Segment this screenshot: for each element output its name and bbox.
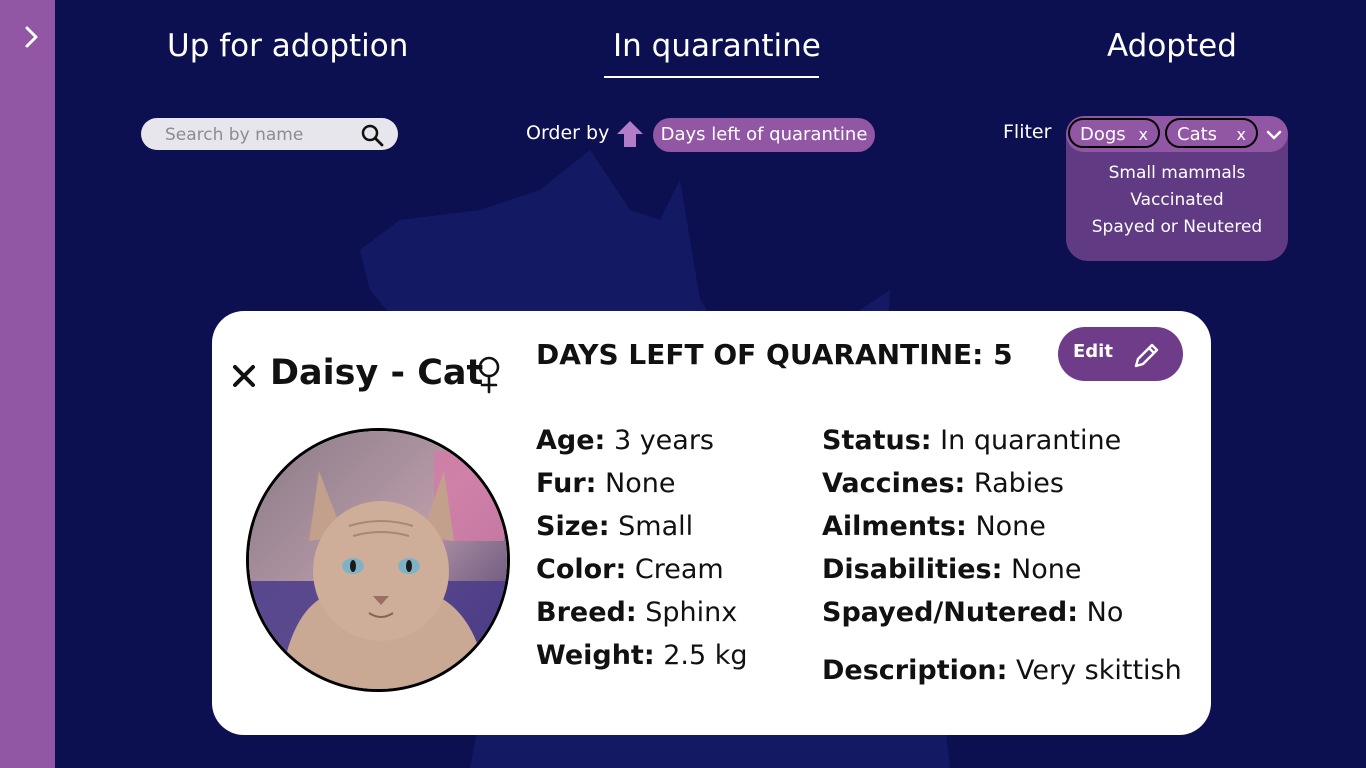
field-label: Disabilities: [822,554,1003,585]
pet-photo [246,428,510,692]
field-label: Weight: [536,640,655,671]
field-color: Color: Cream [536,554,724,585]
days-left-heading: DAYS LEFT OF QUARANTINE: 5 [536,338,1013,371]
filter-chip-label: Cats [1177,124,1218,145]
cat-image [249,431,507,689]
field-label: Status: [822,425,932,456]
tab-in-quarantine[interactable]: In quarantine [613,28,821,64]
field-vaccines: Vaccines: Rabies [822,468,1064,499]
close-icon[interactable] [232,364,256,388]
field-value: Cream [634,554,724,585]
filter-option-vaccinated[interactable]: Vaccinated [1066,190,1288,210]
field-breed: Breed: Sphinx [536,597,737,628]
field-value: None [975,511,1046,542]
remove-chip-button[interactable]: x [1139,120,1148,150]
sidebar [0,0,55,768]
field-value: Small [618,511,694,542]
field-value: No [1086,597,1124,628]
field-weight: Weight: 2.5 kg [536,640,748,671]
pet-title: Daisy - Cat [270,353,484,393]
field-value: None [1011,554,1082,585]
field-label: Age: [536,425,606,456]
search-icon[interactable] [360,123,384,147]
remove-chip-button[interactable]: x [1237,120,1246,150]
tab-adopted[interactable]: Adopted [1107,28,1237,64]
field-value: Sphinx [645,597,738,628]
field-disabilities: Disabilities: None [822,554,1081,585]
field-label: Description: [822,655,1008,686]
arrow-up-icon[interactable] [615,119,645,149]
edit-button-label: Edit [1073,341,1113,362]
order-by-select[interactable]: Days left of quarantine [653,118,875,152]
filter-option-small-mammals[interactable]: Small mammals [1066,163,1288,183]
edit-button[interactable]: Edit [1058,327,1183,381]
search-bar [141,118,398,150]
field-label: Spayed/Nutered: [822,597,1079,628]
field-label: Vaccines: [822,468,966,499]
field-value: 2.5 kg [663,640,748,671]
pet-detail-card: Daisy - Cat DAYS LEFT OF QUARANTINE: 5 E… [212,311,1211,735]
field-label: Fur: [536,468,597,499]
filter-label: Fliter [1003,121,1052,143]
field-description: Description: Very skittish [822,655,1182,686]
field-age: Age: 3 years [536,425,714,456]
chevron-down-icon[interactable] [1264,125,1284,145]
field-label: Ailments: [822,511,967,542]
pencil-icon [1134,343,1159,368]
field-fur: Fur: None [536,468,675,499]
field-value: Rabies [973,468,1064,499]
field-value: In quarantine [940,425,1122,456]
order-by-label: Order by [526,122,610,144]
filter-chip-cats[interactable]: Cats x [1165,118,1258,148]
field-size: Size: Small [536,511,693,542]
field-label: Color: [536,554,627,585]
filter-chip-label: Dogs [1080,124,1126,145]
field-value: 3 years [613,425,715,456]
field-label: Breed: [536,597,637,628]
active-tab-indicator [604,76,819,78]
field-value: None [605,468,676,499]
field-ailments: Ailments: None [822,511,1046,542]
chevron-right-icon[interactable] [20,24,44,50]
filter-chip-dogs[interactable]: Dogs x [1068,118,1160,148]
search-input[interactable] [163,121,357,149]
filter-option-spayed-neutered[interactable]: Spayed or Neutered [1066,217,1288,237]
tab-up-for-adoption[interactable]: Up for adoption [167,28,408,64]
field-status: Status: In quarantine [822,425,1121,456]
field-label: Size: [536,511,610,542]
field-value: Very skittish [1016,655,1182,686]
field-spayed-neutered: Spayed/Nutered: No [822,597,1123,628]
female-icon [478,356,500,394]
